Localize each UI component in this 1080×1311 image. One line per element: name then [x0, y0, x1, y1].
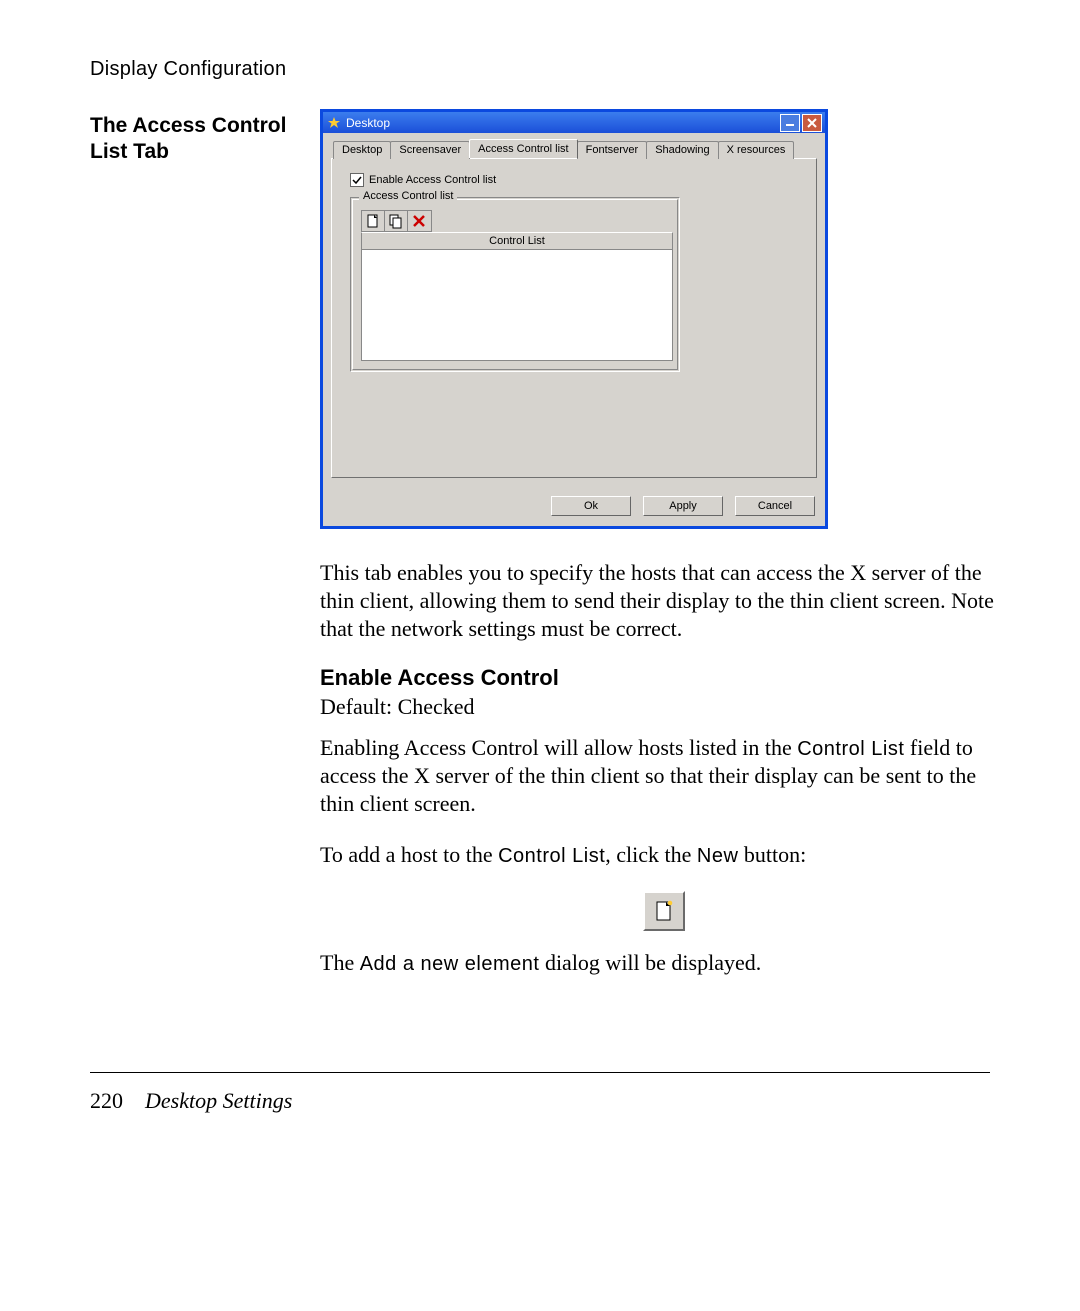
right-column: Desktop Desktop Screensaver	[320, 109, 1008, 1000]
tab-shadowing[interactable]: Shadowing	[646, 141, 718, 159]
section-heading-line1: The Access Control	[90, 114, 286, 137]
tab-desktop[interactable]: Desktop	[333, 141, 391, 159]
footer-section: Desktop Settings	[145, 1088, 292, 1113]
acl-toolbar	[361, 210, 432, 232]
page-number: 220	[90, 1088, 123, 1113]
new-icon	[366, 213, 380, 229]
enable-ac-paragraph: Enabling Access Control will allow hosts…	[320, 734, 1008, 819]
tab-panel: Enable Access Control list Access Contro…	[331, 158, 817, 478]
text: , click the	[605, 842, 697, 867]
add-element-term: Add a new element	[360, 953, 540, 975]
dialog-button-bar: Ok Apply Cancel	[323, 486, 825, 526]
app-logo-icon	[328, 117, 340, 129]
ok-button[interactable]: Ok	[551, 496, 631, 516]
acl-group-legend: Access Control list	[359, 190, 457, 202]
control-list-term: Control List	[498, 845, 605, 867]
enable-acl-row: Enable Access Control list	[350, 173, 802, 187]
main-row: The Access Control List Tab Desktop	[90, 109, 990, 1000]
text: dialog will be displayed.	[539, 950, 761, 975]
result-paragraph: The Add a new element dialog will be dis…	[320, 949, 1008, 978]
acl-groupbox: Access Control list	[350, 197, 680, 372]
text: To add a host to the	[320, 842, 498, 867]
copy-icon	[388, 213, 404, 229]
running-head: Display Configuration	[90, 58, 990, 81]
new-term: New	[697, 845, 739, 867]
enable-acl-checkbox[interactable]	[350, 173, 364, 187]
page-footer: 220 Desktop Settings	[90, 1088, 292, 1114]
new-icon	[654, 899, 674, 923]
text: Enabling Access Control will allow hosts…	[320, 735, 797, 760]
apply-button[interactable]: Apply	[643, 496, 723, 516]
enable-ac-heading: Enable Access Control	[320, 665, 1008, 691]
intro-paragraph: This tab enables you to specify the host…	[320, 559, 1008, 643]
titlebar: Desktop	[323, 112, 825, 133]
close-button[interactable]	[802, 114, 822, 132]
new-button[interactable]	[362, 211, 385, 231]
enable-acl-label: Enable Access Control list	[369, 174, 496, 186]
control-list[interactable]	[361, 250, 673, 361]
footer-rule	[90, 1072, 990, 1073]
delete-icon	[412, 214, 426, 228]
tab-fontserver[interactable]: Fontserver	[577, 141, 648, 159]
new-button-figure-wrap	[320, 891, 1008, 931]
add-host-paragraph: To add a host to the Control List, click…	[320, 841, 1008, 870]
control-list-term: Control List	[797, 738, 904, 760]
cancel-button[interactable]: Cancel	[735, 496, 815, 516]
copy-button[interactable]	[385, 211, 408, 231]
dialog-body: Desktop Screensaver Access Control list …	[323, 133, 825, 486]
minimize-button[interactable]	[780, 114, 800, 132]
tab-screensaver[interactable]: Screensaver	[390, 141, 470, 159]
window-title: Desktop	[346, 116, 778, 130]
tab-strip: Desktop Screensaver Access Control list …	[333, 139, 817, 158]
delete-button[interactable]	[408, 211, 430, 231]
tab-x-resources[interactable]: X resources	[718, 141, 795, 159]
desktop-dialog: Desktop Desktop Screensaver	[320, 109, 828, 529]
page: Display Configuration The Access Control…	[0, 0, 1080, 1311]
section-heading: The Access Control List Tab	[90, 109, 320, 166]
minimize-icon	[785, 119, 795, 127]
section-heading-line2: List Tab	[90, 140, 169, 163]
tab-access-control-list[interactable]: Access Control list	[469, 139, 577, 158]
text: button:	[738, 842, 806, 867]
new-button-figure	[643, 891, 685, 931]
check-icon	[352, 175, 362, 185]
control-list-header: Control List	[361, 232, 673, 250]
close-icon	[807, 118, 817, 128]
text: The	[320, 950, 360, 975]
default-line: Default: Checked	[320, 693, 1008, 721]
